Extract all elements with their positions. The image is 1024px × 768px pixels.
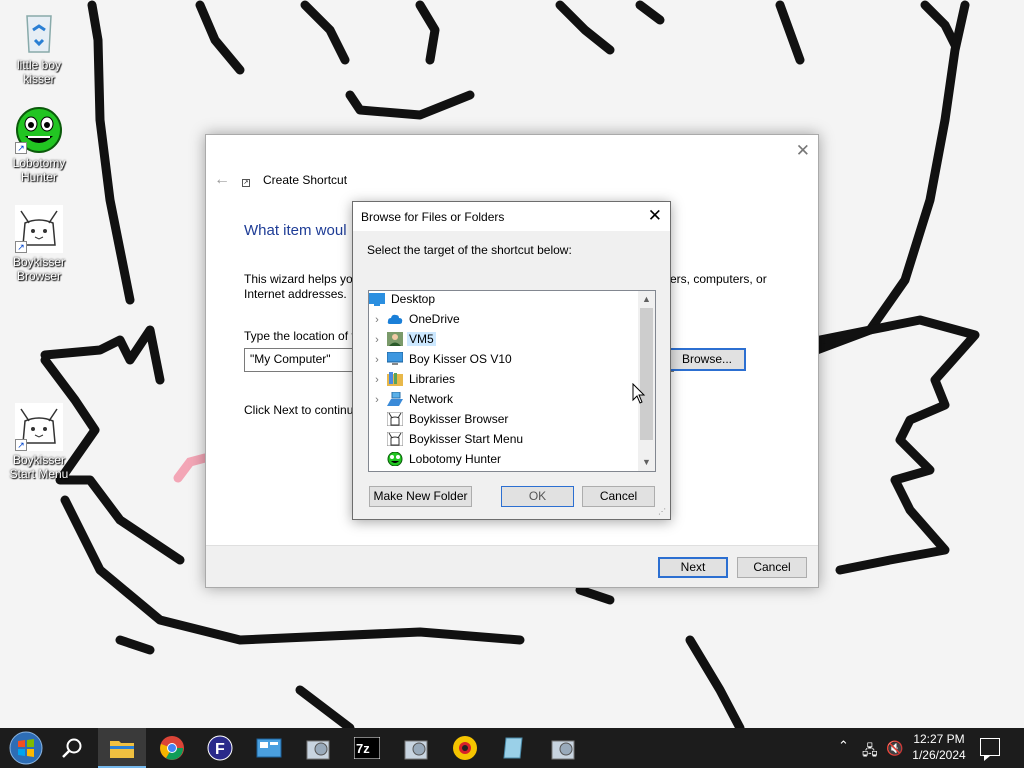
mouse-cursor-icon — [632, 383, 646, 404]
dialog-prompt: Select the target of the shortcut below: — [367, 243, 572, 257]
control-panel-icon[interactable] — [245, 728, 293, 768]
green-face-icon — [387, 451, 403, 467]
scroll-down-icon[interactable]: ▼ — [638, 454, 655, 471]
tree-item-label: OneDrive — [409, 312, 460, 326]
resize-grip-icon[interactable]: ⋰ — [658, 507, 668, 517]
tree-item-onedrive[interactable]: › OneDrive — [371, 309, 462, 329]
computer-icon — [386, 351, 404, 366]
yellow-browser-icon[interactable] — [441, 728, 489, 768]
tree-item-boykisser-browser[interactable]: Boykisser Browser — [386, 409, 510, 429]
tree-item-desktop[interactable]: Desktop — [369, 291, 437, 309]
folder-tree[interactable]: Desktop › OneDrive › VM5 › Boy Kisser OS V1… — [368, 290, 656, 472]
desktop-icon-lobotomy-hunter[interactable]: ↗ Lobotomy Hunter — [1, 106, 77, 184]
location-label: Type the location of t — [244, 329, 355, 343]
shortcut-arrow-icon: ↗ — [15, 241, 27, 253]
ok-button[interactable]: OK — [501, 486, 574, 507]
clock-time: 12:27 PM — [913, 732, 965, 746]
cancel-button[interactable]: Cancel — [737, 557, 807, 578]
next-button[interactable]: Next — [658, 557, 728, 578]
tree-item-label: Desktop — [391, 292, 436, 306]
chrome-icon[interactable] — [148, 728, 196, 768]
dialog-title: Browse for Files or Folders — [361, 210, 505, 224]
app-icon[interactable] — [539, 728, 587, 768]
tree-item-label: VM5 — [407, 332, 436, 346]
cat-sketch-icon: ↗ — [15, 403, 63, 451]
clock-date: 1/26/2024 — [912, 748, 966, 762]
user-icon — [387, 332, 403, 346]
cat-sketch-icon: ↗ — [15, 205, 63, 253]
tree-item-label: Lobotomy Hunter — [409, 452, 502, 466]
tree-item-libraries[interactable]: › Libraries — [371, 369, 457, 389]
desktop-icon-boykisser-browser[interactable]: ↗ Boykisser Browser — [1, 205, 77, 283]
volume-muted-icon[interactable]: 🔇 — [886, 740, 903, 757]
shortcut-arrow-icon: ↗ — [15, 439, 27, 451]
tree-item-label: Boykisser Browser — [409, 412, 509, 426]
7zip-icon[interactable]: 7z — [343, 728, 391, 768]
tree-item-boykisser-start-menu[interactable]: Boykisser Start Menu — [386, 429, 525, 449]
tree-item-label: Boykisser Start Menu — [409, 432, 524, 446]
chevron-up-icon[interactable]: ⌃ — [838, 738, 849, 754]
svg-text:F: F — [215, 741, 225, 758]
desktop-icon-label: Boykisser Browser — [12, 255, 65, 283]
tree-item-computer[interactable]: › Boy Kisser OS V10 — [371, 349, 514, 369]
desktop-icon-label: Boykisser Start Menu — [9, 453, 69, 481]
tree-item-vm5[interactable]: › VM5 — [371, 329, 436, 349]
app-icon[interactable] — [392, 728, 440, 768]
make-new-folder-button[interactable]: Make New Folder — [369, 486, 472, 507]
desktop-icon — [369, 292, 385, 306]
app-icon — [386, 411, 404, 427]
chevron-right-icon[interactable]: › — [371, 330, 383, 350]
cancel-button[interactable]: Cancel — [582, 486, 655, 507]
chevron-right-icon[interactable]: › — [371, 390, 383, 410]
network-icon — [387, 391, 403, 406]
app-icon — [386, 431, 404, 447]
green-face-icon: ↗ — [15, 106, 63, 154]
library-icon — [387, 372, 403, 386]
recycle-bin-icon — [15, 8, 63, 56]
wizard-footer: Next Cancel — [206, 545, 818, 587]
tree-item-label: Libraries — [409, 372, 456, 386]
browse-button[interactable]: Browse... — [668, 348, 746, 371]
chevron-right-icon[interactable]: › — [371, 370, 383, 390]
tree-item-lobotomy-hunter[interactable]: Lobotomy Hunter — [387, 449, 503, 469]
wizard-title: Create Shortcut — [263, 173, 348, 187]
close-icon[interactable]: ✕ — [796, 141, 810, 161]
f-app-icon[interactable]: F — [196, 728, 244, 768]
desktop-icon-label: Lobotomy Hunter — [12, 156, 66, 184]
desktop-icon-recycle-bin[interactable]: little boy kisser — [1, 8, 77, 86]
tree-item-label: Boy Kisser OS V10 — [409, 352, 512, 366]
file-explorer-icon[interactable] — [98, 728, 146, 768]
chevron-right-icon[interactable]: › — [371, 310, 383, 330]
back-arrow-icon[interactable]: ← — [214, 171, 230, 189]
notepad-icon[interactable] — [490, 728, 538, 768]
search-icon[interactable] — [48, 728, 96, 768]
wizard-heading: What item woul — [244, 222, 347, 239]
vertical-scrollbar[interactable]: ▲ ▼ — [638, 291, 655, 471]
notification-icon[interactable] — [980, 738, 1000, 761]
shortcut-icon: ↗ — [242, 179, 250, 187]
scrollbar-thumb[interactable] — [640, 308, 653, 440]
app-icon[interactable] — [294, 728, 342, 768]
shortcut-arrow-icon: ↗ — [15, 142, 27, 154]
desktop-icon-boykisser-start-menu[interactable]: ↗ Boykisser Start Menu — [1, 403, 77, 481]
close-icon[interactable]: ✕ — [648, 207, 662, 224]
scroll-up-icon[interactable]: ▲ — [638, 291, 655, 308]
tree-item-network[interactable]: › Network — [371, 389, 455, 409]
svg-text:7z: 7z — [356, 741, 370, 756]
chevron-right-icon[interactable]: › — [371, 350, 383, 370]
next-hint: Click Next to continu — [244, 403, 354, 417]
network-icon[interactable]: 🖧 — [862, 740, 878, 764]
tree-item-label: Network — [409, 392, 454, 406]
cloud-icon — [387, 312, 403, 326]
browse-dialog: Browse for Files or Folders ✕ Select the… — [352, 201, 671, 520]
wizard-description-tail: ers, computers, or — [670, 272, 767, 286]
taskbar: F 7z ⌃ 🖧 🔇 12:27 PM 1/26/2024 — [0, 728, 1024, 768]
start-button[interactable] — [2, 728, 50, 768]
dialog-titlebar[interactable]: Browse for Files or Folders ✕ — [353, 202, 670, 231]
clock[interactable]: 12:27 PM 1/26/2024 — [906, 731, 972, 763]
desktop-icon-label: little boy kisser — [16, 58, 62, 86]
